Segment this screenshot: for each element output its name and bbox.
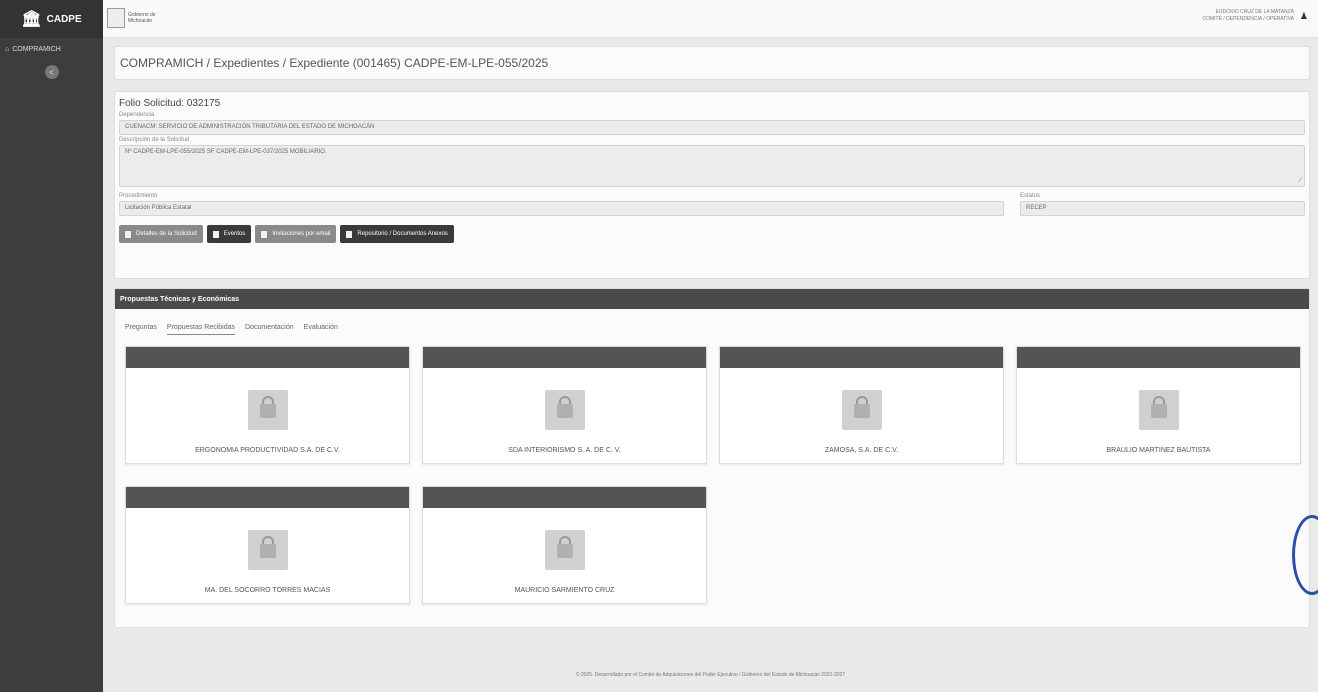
topbar: Gobierno de Michoacán EUDOXIO CRUZ DE LA… [103,0,1318,38]
locked-folder-icon [841,390,882,430]
proposal-name: MA. DEL SOCORRO TORRES MACIAS [204,587,331,594]
action-buttons: Detalles de la Solicitud Eventos Invitac… [119,225,1305,243]
proposals-header: Propuestas Técnicas y Económicas [115,289,1309,309]
user-info: EUDOXIO CRUZ DE LA MATANZA COMITÉ / DEPE… [1203,9,1295,23]
locked-folder-icon [247,390,288,430]
estatus-label: Estatus [1020,193,1041,199]
government-logo: Gobierno de Michoacán [107,8,168,28]
locked-folder-icon [247,530,288,570]
user-icon[interactable]: ♟ [1300,11,1308,22]
sidebar-item-compramich[interactable]: ⌂ COMPRAMICH [0,38,103,61]
card-header-bar [126,487,409,508]
proposal-name: MAURICIO SARMIENTO CRUZ [514,587,615,594]
procedimiento-label: Procedimiento [119,193,158,199]
proposal-name: SDA INTERIORISMO S. A. DE C. V. [508,447,621,454]
bank-icon: 🏛 [21,11,42,28]
descripcion-textarea[interactable]: Nº CADPE-EM-LPE-055/2025 SF CADPE-EM-LPE… [119,145,1305,187]
main-content: COMPRAMICH / Expedientes / Expediente (0… [114,46,1310,628]
procedimiento-field[interactable]: Licitación Pública Estatal [119,201,1004,216]
logo-text: Gobierno de Michoacán [128,12,156,24]
locked-folder-icon [1138,390,1179,430]
eventos-button[interactable]: Eventos [206,225,252,243]
invitaciones-button[interactable]: Invitaciones por email [255,225,337,243]
user-name: EUDOXIO CRUZ DE LA MATANZA [1215,9,1294,15]
dependencia-label: Dependencia [119,112,155,118]
proposals-tabs: Preguntas Propuestas Recibidas Documenta… [115,309,1309,335]
card-header-bar [423,347,706,368]
resize-grip-icon[interactable]: ⁄ [1300,177,1301,184]
card-header-bar [423,487,706,508]
repositorio-button[interactable]: Repositorio / Documentos Anexos [340,225,454,243]
proposal-name: ERGONOMIA PRODUCTIVIDAD S.A. DE C.V. [195,447,340,454]
descripcion-text: Nº CADPE-EM-LPE-055/2025 SF CADPE-EM-LPE… [125,149,327,155]
tab-propuestas-recibidas[interactable]: Propuestas Recibidas [166,324,236,335]
sidebar: 🏛 CADPE ⌂ COMPRAMICH < [0,0,103,692]
request-form: Folio Solicitud: 032175 Dependencia CUEN… [114,91,1310,279]
chevron-left-icon: < [49,67,54,77]
folder-icon [346,230,353,238]
tab-preguntas[interactable]: Preguntas [125,324,157,335]
breadcrumb: COMPRAMICH / Expedientes / Expediente (0… [114,46,1310,80]
proposal-card[interactable]: MA. DEL SOCORRO TORRES MACIAS [125,486,410,604]
proposal-name: BRAULIO MARTINEZ BAUTISTA [1106,447,1211,454]
document-icon [125,230,131,238]
brand-label: CADPE [46,13,82,25]
user-role: COMITÉ / DEPENDENCIA / OPERATIVA [1202,16,1295,22]
sidebar-item-label: COMPRAMICH [12,46,61,53]
calendar-icon [212,230,219,238]
proposal-card[interactable]: ERGONOMIA PRODUCTIVIDAD S.A. DE C.V. [125,346,410,464]
button-label: Eventos [223,231,246,237]
proposal-card[interactable]: MAURICIO SARMIENTO CRUZ [422,486,707,604]
card-header-bar [720,347,1003,368]
seal-icon [107,8,125,28]
proposal-card[interactable]: BRAULIO MARTINEZ BAUTISTA [1016,346,1301,464]
collapse-sidebar-button[interactable]: < [44,65,59,79]
button-label: Repositorio / Documentos Anexos [357,231,448,237]
button-label: Invitaciones por email [272,231,331,237]
tab-evaluacion[interactable]: Evaluación [304,324,338,335]
tab-documentacion[interactable]: Documentación [245,324,294,335]
proposals-panel: Propuestas Técnicas y Económicas Pregunt… [114,288,1310,628]
proposal-card[interactable]: ZAMOSA, S.A. DE C.V. [719,346,1004,464]
sidebar-brand[interactable]: 🏛 CADPE [0,0,103,38]
descripcion-label: Descripción de la Solicitud [119,137,190,143]
dependencia-field[interactable]: CUENACM: SERVICIO DE ADMINISTRACIÓN TRIB… [119,120,1305,135]
envelope-icon [261,230,268,238]
locked-folder-icon [544,390,585,430]
breadcrumb-text: COMPRAMICH / Expedientes / Expediente (0… [120,56,549,70]
locked-folder-icon [544,530,585,570]
folio-label: Folio Solicitud: 032175 [119,98,221,109]
detalles-solicitud-button[interactable]: Detalles de la Solicitud [119,225,203,243]
card-header-bar [1017,347,1300,368]
button-label: Detalles de la Solicitud [136,231,197,237]
estatus-field[interactable]: RECEP [1020,201,1305,216]
footer: © 2025. Desarrollado por el Comité de Ad… [575,672,846,678]
card-header-bar [126,347,409,368]
proposal-card[interactable]: SDA INTERIORISMO S. A. DE C. V. [422,346,707,464]
proposal-name: ZAMOSA, S.A. DE C.V. [824,447,899,454]
cart-icon: ⌂ [5,46,10,53]
